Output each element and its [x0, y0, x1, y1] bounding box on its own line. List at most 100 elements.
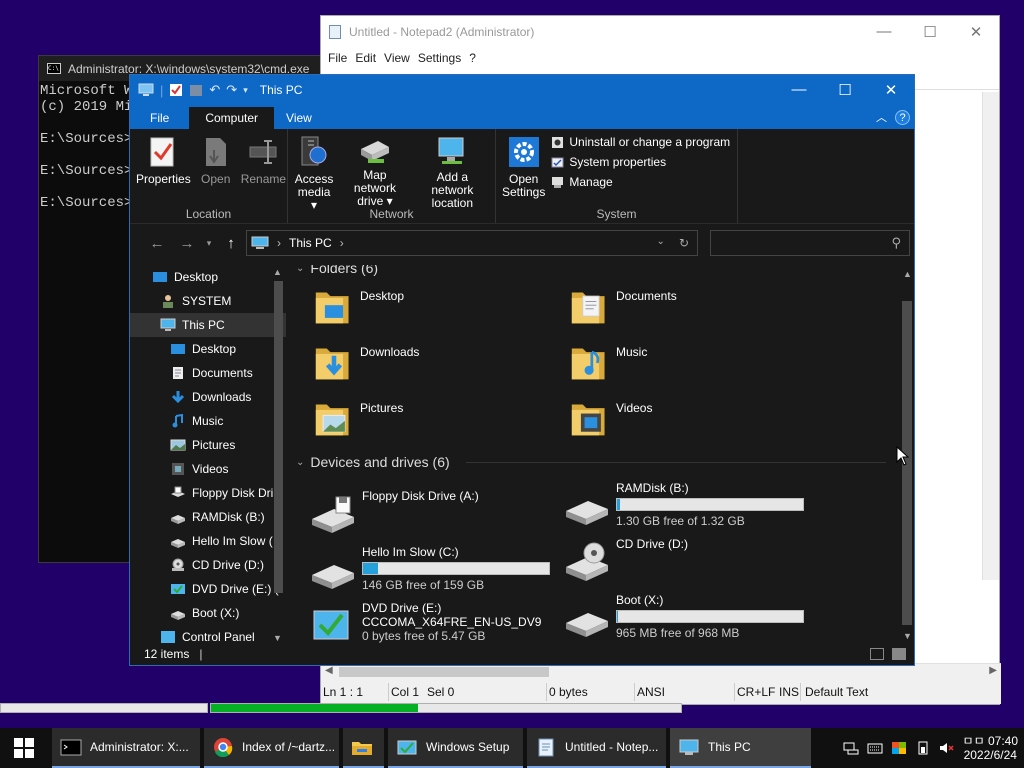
nav-item[interactable]: Hello Im Slow ( [130, 529, 286, 553]
battery-icon[interactable] [915, 741, 931, 755]
maximize-button[interactable]: ☐ [907, 23, 953, 41]
explorer-titlebar[interactable]: | ↶ ↷ ▾ This PC — ☐ ✕ [130, 75, 914, 105]
nav-item[interactable]: Desktop [130, 265, 286, 289]
scroll-down-icon[interactable]: ▼ [903, 631, 912, 641]
menu-file[interactable]: File [327, 51, 354, 65]
scroll-down-icon[interactable]: ▼ [273, 633, 282, 643]
content-pane[interactable]: ⌄ Folders (6) Desktop Documents Downloads M… [290, 265, 900, 645]
nav-item[interactable]: Downloads [130, 385, 286, 409]
network-icon[interactable] [843, 741, 859, 755]
undo-icon[interactable]: ↶ [209, 82, 220, 98]
redo-icon[interactable]: ↷ [226, 82, 237, 98]
drive-item[interactable]: DVD Drive (E:) CCCOMA_X64FRE_EN-US_DV9 0 b… [310, 601, 560, 645]
drive-item[interactable]: CD Drive (D:) [564, 537, 814, 591]
minimize-button[interactable]: — [776, 81, 822, 99]
nav-item[interactable]: CD Drive (D:) [130, 553, 286, 577]
properties-qa-icon[interactable] [169, 83, 183, 97]
maximize-button[interactable]: ☐ [822, 81, 868, 99]
hscroll-thumb[interactable] [339, 667, 549, 677]
nav-scroll-thumb[interactable] [274, 281, 283, 593]
drive-item[interactable]: RAMDisk (B:) 1.30 GB free of 1.32 GB [564, 481, 814, 535]
taskbar-item-windows-setup[interactable]: Windows Setup [388, 728, 523, 768]
map-drive-button[interactable]: Map network drive ▾ [340, 133, 410, 208]
scroll-right-icon[interactable]: ▶ [989, 665, 997, 676]
close-button[interactable]: ✕ [868, 81, 914, 99]
tab-computer[interactable]: Computer [189, 107, 275, 129]
collapse-ribbon-icon[interactable]: ︿ [876, 109, 887, 125]
notepad-titlebar[interactable]: Untitled - Notepad2 (Administrator) — ☐ … [321, 16, 999, 48]
close-button[interactable]: ✕ [953, 23, 999, 41]
nav-scrollbar[interactable]: ▲ ▼ [270, 265, 286, 645]
nav-item[interactable]: Pictures [130, 433, 286, 457]
forward-icon[interactable]: → [172, 235, 202, 252]
manage-item[interactable]: Manage [551, 175, 730, 189]
taskbar-item-file-explorer[interactable] [343, 728, 384, 768]
scroll-left-icon[interactable]: ◀ [325, 665, 333, 676]
drive-item[interactable]: Boot (X:) 965 MB free of 968 MB [564, 593, 814, 645]
folder-item[interactable]: Videos [570, 397, 820, 447]
taskbar-item-browser[interactable]: Index of /~dartz... [204, 728, 339, 768]
color-app-icon[interactable] [891, 741, 907, 755]
group-header-drives[interactable]: ⌄ Devices and drives (6) [296, 451, 886, 473]
drive-item[interactable]: Floppy Disk Drive (A:) [310, 489, 560, 543]
nav-item[interactable]: Control Panel [130, 625, 286, 645]
nav-item[interactable]: DVD Drive (E:) ( [130, 577, 286, 601]
breadcrumb-this-pc[interactable]: This PC [289, 236, 332, 250]
menu-edit[interactable]: Edit [354, 51, 383, 65]
access-media-button[interactable]: Access media ▾ [292, 133, 336, 212]
large-icons-view-icon[interactable] [892, 648, 906, 660]
menu-help[interactable]: ? [468, 51, 483, 65]
help-icon[interactable]: ? [895, 109, 910, 125]
collapse-caret-icon[interactable]: ⌄ [296, 265, 304, 274]
breadcrumb-chevron-icon[interactable]: › [277, 236, 281, 250]
nav-item[interactable]: SYSTEM [130, 289, 286, 313]
volume-muted-icon[interactable] [939, 741, 955, 755]
clock[interactable]: ㅁㅁ 07:40 2022/6/24 [963, 734, 1018, 762]
uninstall-program-item[interactable]: Uninstall or change a program [551, 135, 730, 149]
rename-button[interactable]: Rename [239, 133, 288, 205]
address-dropdown-icon[interactable]: ⌄ [657, 236, 665, 250]
menu-view[interactable]: View [383, 51, 417, 65]
folder-item[interactable]: Desktop [314, 285, 564, 335]
folder-item[interactable]: Pictures [314, 397, 564, 447]
nav-item[interactable]: Documents [130, 361, 286, 385]
add-network-location-button[interactable]: Add a network location [414, 133, 491, 210]
tab-view[interactable]: View [274, 107, 324, 129]
scroll-up-icon[interactable]: ▲ [903, 269, 912, 279]
properties-button[interactable]: Properties [134, 133, 193, 205]
drive-item[interactable]: Hello Im Slow (C:) 146 GB free of 159 GB [310, 545, 560, 599]
address-bar[interactable]: › This PC › ⌄ ↻ [246, 230, 698, 256]
search-input[interactable]: ⚲ [710, 230, 910, 256]
navigation-pane[interactable]: Desktop SYSTEM This PC Desktop Documents Down… [130, 265, 286, 645]
folder-item[interactable]: Documents [570, 285, 820, 335]
recent-locations-icon[interactable]: ▾ [202, 238, 216, 249]
nav-item[interactable]: Floppy Disk Dri [130, 481, 286, 505]
open-settings-button[interactable]: Open Settings [500, 133, 547, 205]
scroll-up-icon[interactable]: ▲ [273, 267, 282, 277]
system-properties-item[interactable]: System properties [551, 155, 730, 169]
refresh-icon[interactable]: ↻ [679, 236, 689, 250]
nav-item[interactable]: Music [130, 409, 286, 433]
new-folder-qa-icon[interactable] [189, 83, 203, 97]
taskbar-item-notepad[interactable]: Untitled - Notep... [527, 728, 666, 768]
customize-qa-icon[interactable]: ▾ [243, 85, 248, 96]
minimize-button[interactable]: — [861, 23, 907, 41]
menu-settings[interactable]: Settings [417, 51, 468, 65]
breadcrumb-chevron-icon[interactable]: › [340, 236, 344, 250]
group-header-folders[interactable]: ⌄ Folders (6) [296, 265, 378, 279]
nav-item[interactable]: Boot (X:) [130, 601, 286, 625]
tab-file[interactable]: File [130, 107, 189, 129]
notepad-vscroll[interactable] [982, 92, 999, 580]
explorer-window[interactable]: | ↶ ↷ ▾ This PC — ☐ ✕ File Computer View… [129, 74, 915, 666]
collapse-caret-icon[interactable]: ⌄ [296, 457, 304, 468]
open-button[interactable]: Open [197, 133, 235, 205]
keyboard-icon[interactable] [867, 741, 883, 755]
taskbar-item-cmd[interactable]: Administrator: X:... [52, 728, 200, 768]
up-icon[interactable]: ↑ [216, 235, 246, 252]
folder-item[interactable]: Music [570, 341, 820, 391]
back-icon[interactable]: ← [142, 235, 172, 252]
taskbar-item-this-pc[interactable]: This PC [670, 728, 811, 768]
start-button[interactable] [0, 728, 48, 768]
nav-item[interactable]: Videos [130, 457, 286, 481]
nav-item[interactable]: Desktop [130, 337, 286, 361]
